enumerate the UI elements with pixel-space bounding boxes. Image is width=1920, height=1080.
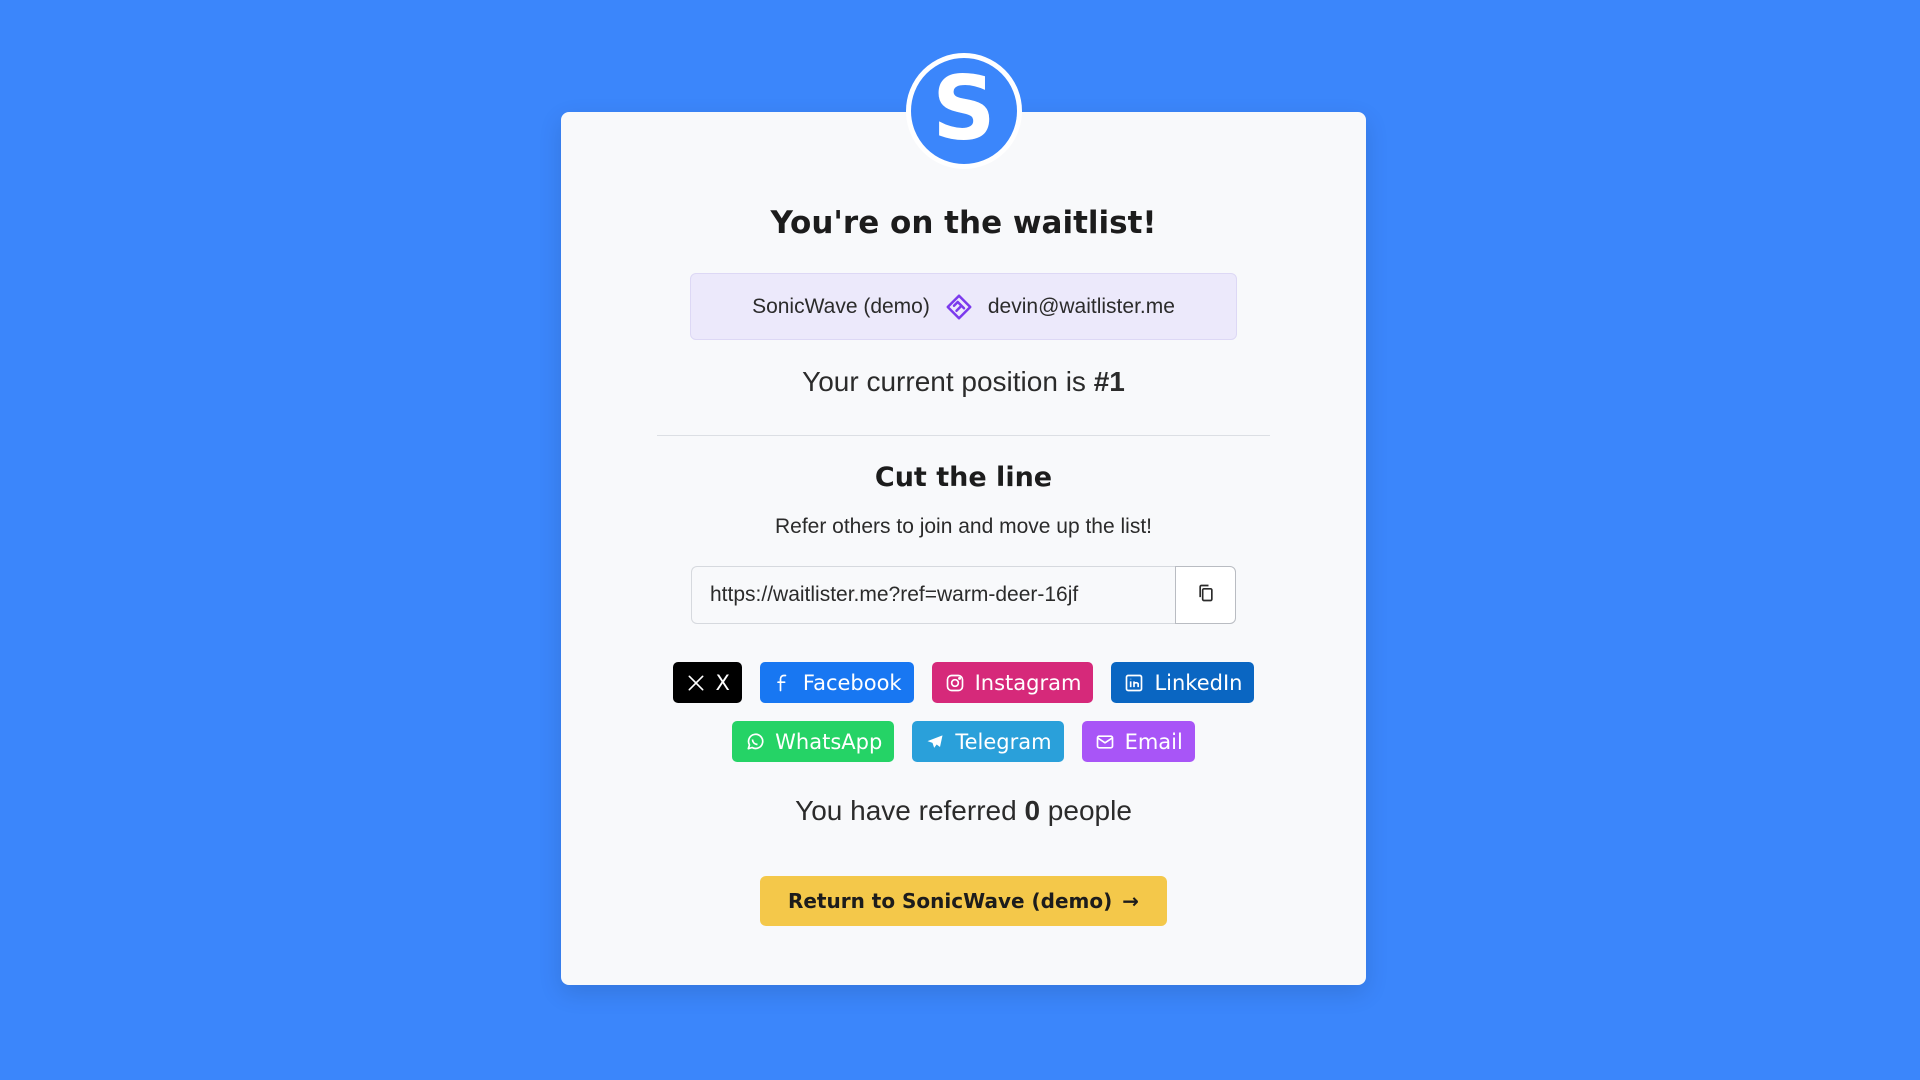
share-label: LinkedIn (1154, 670, 1243, 695)
return-button-label: Return to SonicWave (demo) (787, 889, 1113, 913)
x-logo-icon (685, 672, 707, 694)
facebook-icon (772, 672, 794, 694)
share-label: Email (1124, 729, 1183, 754)
share-whatsapp-button[interactable]: WhatsApp (732, 721, 895, 762)
divider (657, 435, 1270, 436)
arrow-right-icon: → (1122, 889, 1140, 913)
instagram-icon (944, 672, 966, 694)
copy-button[interactable] (1175, 566, 1236, 624)
share-label: Instagram (974, 670, 1082, 695)
share-label: Facebook (802, 670, 902, 695)
logo-letter: S (932, 57, 996, 160)
share-facebook-button[interactable]: Facebook (759, 662, 914, 703)
signup-info-box: SonicWave (demo) devin@waitlister.me (690, 273, 1237, 340)
share-linkedin-button[interactable]: LinkedIn (1111, 662, 1255, 703)
referred-count: 0 (1024, 795, 1041, 826)
telegram-icon (924, 731, 946, 753)
share-email-button[interactable]: Email (1081, 721, 1195, 762)
brand-logo: S (906, 53, 1022, 169)
share-buttons-row-1: X Facebook Instagram LinkedIn (561, 662, 1366, 703)
user-email: devin@waitlister.me (987, 294, 1175, 318)
position-prefix: Your current position is (802, 366, 1094, 397)
share-telegram-button[interactable]: Telegram (912, 721, 1064, 762)
share-label: Telegram (955, 729, 1052, 754)
section-title: Cut the line (874, 462, 1053, 493)
copy-icon (1196, 583, 1216, 608)
page-title: You're on the waitlist! (770, 205, 1157, 241)
product-name: SonicWave (demo) (752, 294, 930, 318)
referred-prefix: You have referred (795, 795, 1025, 826)
referral-link-input[interactable] (691, 566, 1175, 624)
share-x-button[interactable]: X (672, 662, 742, 703)
waitlist-card (561, 112, 1366, 985)
referral-count-text: You have referred 0 people (561, 795, 1366, 827)
return-button[interactable]: Return to SonicWave (demo) → (760, 876, 1167, 926)
share-label: WhatsApp (775, 729, 883, 754)
whatsapp-icon (744, 731, 766, 753)
referred-suffix: people (1040, 795, 1132, 826)
mail-icon (1094, 731, 1116, 753)
position-value: #1 (1093, 366, 1125, 397)
position-text: Your current position is #1 (561, 366, 1366, 398)
share-label: X (715, 670, 730, 695)
share-buttons-row-2: WhatsApp Telegram Email (561, 721, 1366, 762)
section-subtitle: Refer others to join and move up the lis… (774, 515, 1153, 538)
heart-handshake-icon (944, 292, 974, 322)
share-instagram-button[interactable]: Instagram (931, 662, 1094, 703)
referral-link-group (691, 566, 1236, 624)
linkedin-icon (1123, 672, 1145, 694)
